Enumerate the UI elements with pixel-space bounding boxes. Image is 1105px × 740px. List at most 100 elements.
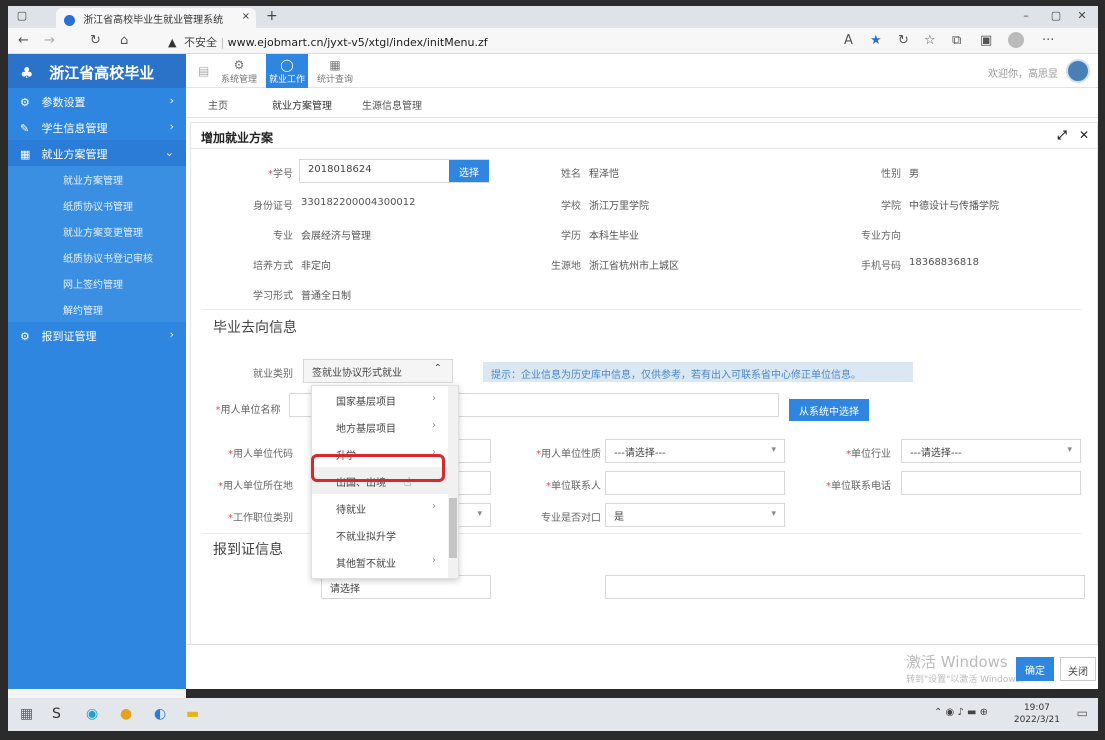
- sidebar-item-label: 学生信息管理: [41, 122, 108, 135]
- tab-employment-plan[interactable]: 就业方案管理: [272, 97, 332, 112]
- app-s-icon[interactable]: S: [52, 706, 61, 722]
- topnav-system[interactable]: ⚙ 系统管理: [218, 58, 260, 86]
- info-tip: 提示：企业信息为历史库中信息，仅供参考，若有出入可联系省中心修正单位信息。: [483, 362, 913, 382]
- training-label: 培养方式: [253, 261, 293, 272]
- minimize-icon[interactable]: –: [1018, 9, 1034, 23]
- sidebar-subitem[interactable]: 就业方案变更管理: [8, 218, 186, 244]
- forward-icon[interactable]: →: [44, 33, 55, 48]
- close-icon[interactable]: ✕: [1079, 128, 1089, 142]
- welcome-text: 欢迎你，高思昱: [988, 69, 1058, 80]
- idcard-value: 330182200004300012: [301, 197, 416, 208]
- file-explorer-icon[interactable]: ▬: [186, 706, 199, 722]
- profile-icon[interactable]: [1008, 32, 1024, 48]
- more-icon[interactable]: ···: [1042, 33, 1054, 48]
- gender-value: 男: [909, 169, 919, 180]
- dropdown-option[interactable]: 其他暂不就业 ›: [312, 548, 458, 575]
- close-button[interactable]: 关闭: [1060, 657, 1096, 681]
- maximize-icon[interactable]: ▢: [1048, 9, 1064, 23]
- watermark-line1: 激活 Windows: [906, 653, 1008, 671]
- sidebar-subitem[interactable]: 网上签约管理: [8, 270, 186, 296]
- report-unit-input[interactable]: [605, 575, 1085, 599]
- clock[interactable]: 19:07 2022/3/21: [1014, 702, 1060, 726]
- employer-nature-select[interactable]: ---请选择---: [605, 439, 785, 463]
- college-value: 中德设计与传播学院: [909, 201, 999, 212]
- sidebar-subitem[interactable]: 纸质协议书登记审核: [8, 244, 186, 270]
- match-select[interactable]: 是: [605, 503, 785, 527]
- chevron-right-icon: ›: [169, 120, 174, 133]
- school-label: 学校: [561, 201, 581, 212]
- study-value: 普通全日制: [301, 291, 351, 302]
- select-student-button[interactable]: 选择: [449, 160, 489, 182]
- training-value: 非定向: [301, 261, 331, 272]
- option-label: 国家基层项目: [336, 397, 396, 408]
- tab-close-icon[interactable]: ×: [242, 11, 250, 22]
- windows-start-icon[interactable]: ▦: [20, 706, 33, 722]
- read-aloud-icon[interactable]: A: [844, 33, 853, 48]
- avatar[interactable]: [1066, 59, 1090, 83]
- industry-select[interactable]: ---请选择---: [901, 439, 1081, 463]
- topnav-employment[interactable]: ◯ 就业工作: [266, 54, 308, 88]
- expand-icon[interactable]: ⤢: [1057, 128, 1067, 142]
- tab-student-source[interactable]: 生源信息管理: [362, 97, 422, 112]
- back-icon[interactable]: ←: [18, 33, 29, 48]
- dropdown-option[interactable]: 待就业 ›: [312, 494, 458, 521]
- employer-code-label: *用人单位代码: [228, 449, 293, 460]
- refresh-page-icon[interactable]: ↻: [898, 33, 909, 48]
- tab-home[interactable]: 主页: [208, 97, 228, 112]
- section-divider: [201, 309, 1081, 310]
- watermark-line2: 转到"设置"以激活 Windows。: [906, 675, 1030, 685]
- topnav-stats[interactable]: ▦ 统计查询: [314, 58, 356, 86]
- menu-toggle-icon[interactable]: ▤: [198, 64, 209, 78]
- job-type-label: *工作职位类别: [228, 513, 293, 524]
- confirm-button[interactable]: 确定: [1016, 657, 1054, 681]
- grid-icon: ▦: [20, 148, 31, 161]
- favorites-icon[interactable]: ☆: [924, 33, 936, 48]
- degree-value: 本科生毕业: [589, 231, 639, 242]
- contact-phone-input[interactable]: [901, 471, 1081, 495]
- sidebar-item-label: 参数设置: [41, 96, 86, 109]
- gear-icon: ⚙: [233, 58, 245, 72]
- name-label: 姓名: [561, 169, 581, 180]
- browser-icon[interactable]: ◉: [86, 706, 98, 722]
- dropdown-option[interactable]: 国家基层项目 ›: [312, 386, 458, 413]
- dropdown-option[interactable]: 地方基层项目 ›: [312, 413, 458, 440]
- contact-input[interactable]: [605, 471, 785, 495]
- dropdown-option[interactable]: 不就业拟升学: [312, 521, 458, 548]
- chevron-right-icon: ›: [432, 501, 436, 512]
- window-menu-icon[interactable]: ▢: [14, 9, 30, 23]
- origin-label: 生源地: [551, 261, 581, 272]
- notification-icon[interactable]: ▭: [1077, 706, 1088, 720]
- sidebar-item-students[interactable]: ✎ 学生信息管理 ›: [8, 114, 186, 140]
- system-tray[interactable]: ⌃ ◉ ♪ ▬ ⊕: [934, 707, 988, 718]
- option-label: 其他暂不就业: [336, 559, 396, 570]
- favorite-star-icon[interactable]: ★: [870, 33, 882, 48]
- browser-tab[interactable]: 浙江省高校毕业生就业管理系统 ×: [56, 8, 256, 28]
- from-system-button[interactable]: 从系统中选择: [789, 399, 869, 421]
- home-icon[interactable]: ⌂: [120, 33, 128, 48]
- sidebar-item-report-cert[interactable]: ⚙ 报到证管理 ›: [8, 322, 186, 348]
- contact-phone-label: *单位联系电话: [826, 481, 891, 492]
- window-close-icon[interactable]: ✕: [1074, 9, 1090, 23]
- scrollbar-thumb[interactable]: [449, 498, 457, 558]
- chevron-up-icon: ⌃: [433, 363, 442, 374]
- collections-icon[interactable]: ⧉: [952, 33, 961, 48]
- edge-icon[interactable]: ◐: [154, 706, 166, 722]
- extensions-icon[interactable]: ▣: [980, 33, 992, 48]
- new-tab-icon[interactable]: +: [266, 8, 278, 24]
- sidebar-subitem[interactable]: 就业方案管理: [8, 166, 186, 192]
- sidebar-item-employment[interactable]: ▦ 就业方案管理 ⌄: [8, 140, 186, 166]
- folder-app-icon[interactable]: ●: [120, 706, 132, 722]
- option-label: 地方基层项目: [336, 424, 396, 435]
- security-label: 不安全: [183, 36, 217, 49]
- sidebar-subitem[interactable]: 解约管理: [8, 296, 186, 322]
- topnav-label: 统计查询: [316, 75, 353, 85]
- sidebar-item-params[interactable]: ⚙ 参数设置 ›: [8, 88, 186, 114]
- major-label: 专业: [273, 231, 293, 242]
- chat-icon: ◯: [280, 58, 294, 72]
- dropdown-scrollbar[interactable]: [448, 386, 458, 578]
- sidebar-subitem[interactable]: 纸质协议书管理: [8, 192, 186, 218]
- url-field[interactable]: ▲ 不安全 | www.ejobmart.cn/jyxt-v5/xtgl/ind…: [168, 34, 488, 50]
- emp-type-select[interactable]: 签就业协议形式就业 ⌃: [303, 359, 453, 383]
- reload-icon[interactable]: ↻: [90, 33, 101, 48]
- emp-type-value: 签就业协议形式就业: [312, 368, 402, 379]
